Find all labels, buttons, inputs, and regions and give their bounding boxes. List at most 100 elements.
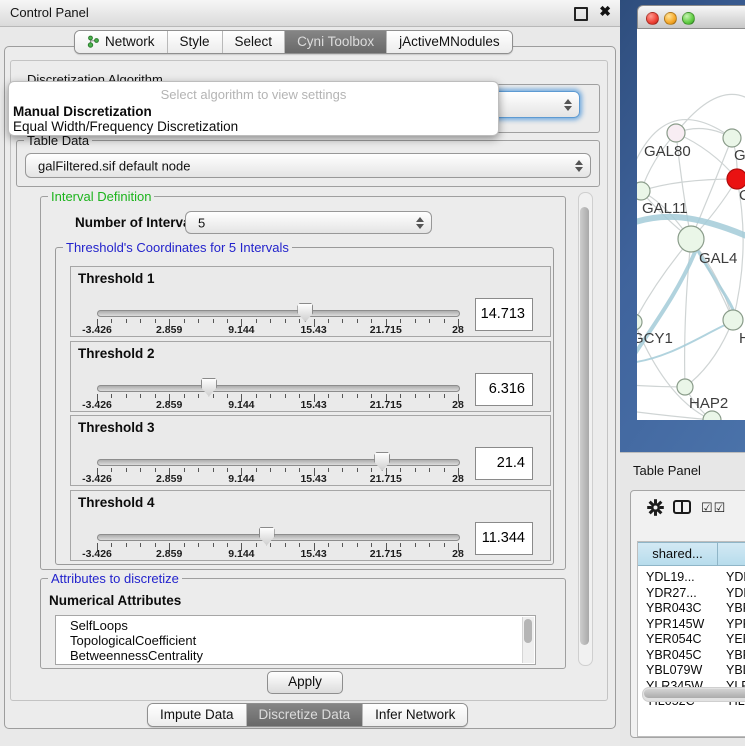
network-edge[interactable] — [637, 411, 712, 420]
top-tab-group: Network Style Select Cyni ToolboxjActiveMNo… — [74, 30, 513, 54]
cell-name: YER0 — [726, 632, 745, 646]
split-panel-icon[interactable] — [673, 500, 691, 514]
algorithm-option[interactable]: Manual Discretization — [13, 104, 494, 119]
network-node-H[interactable] — [723, 310, 743, 330]
float-window-icon[interactable] — [574, 7, 588, 21]
attribute-list-item[interactable]: SelfLoops — [56, 618, 535, 633]
slider-scale-labels: -3.4262.8599.14415.4321.71528 — [97, 399, 458, 411]
threshold-3-value-field[interactable]: 21.4 — [475, 447, 533, 480]
algorithm-placeholder: Select algorithm to view settings — [9, 87, 498, 102]
node-label: GAL11 — [642, 200, 688, 217]
table-row[interactable]: YDL19...YDL1 — [638, 570, 745, 586]
tab-label: Network — [105, 34, 155, 49]
control-panel-titlebar: Control Panel ✖ — [0, 0, 620, 27]
scale-label: 28 — [452, 548, 464, 560]
slider-track[interactable] — [97, 385, 460, 392]
table-row[interactable]: YBL079WYBL0 — [638, 663, 745, 679]
network-edge[interactable] — [641, 133, 676, 191]
tab-label: Infer Network — [375, 707, 455, 722]
number-of-intervals-combobox[interactable]: 5 — [185, 211, 432, 234]
slider-track[interactable] — [97, 459, 460, 466]
interval-definition-title: Interval Definition — [48, 189, 154, 204]
tab-jactivemnodules[interactable]: jActiveMNodules — [386, 31, 512, 53]
scrollbar-thumb[interactable] — [580, 207, 589, 645]
threshold-1-value-field[interactable]: 14.713 — [475, 298, 533, 331]
tab-label: Select — [235, 34, 273, 49]
combo-stepper-icon — [416, 217, 424, 229]
table-horizontal-scrollbar[interactable] — [642, 687, 745, 702]
zoom-traffic-light-icon[interactable] — [682, 12, 695, 25]
thresholds-group: Threshold's Coordinates for 5 Intervals … — [55, 247, 554, 565]
slider-track[interactable] — [97, 534, 460, 541]
node-label: C — [739, 187, 745, 204]
cell-shared-name: YDL19... — [646, 570, 695, 584]
network-node-GAL80[interactable] — [667, 124, 685, 142]
table-row[interactable]: YBR045CYBR0 — [638, 648, 745, 664]
scale-label: 28 — [452, 473, 464, 485]
attributes-group: Attributes to discretize Numerical Attri… — [40, 578, 566, 669]
tab-discretize-data[interactable]: Discretize Data — [246, 704, 363, 726]
scale-label: 15.43 — [300, 473, 326, 485]
network-node-GAL11[interactable] — [637, 182, 650, 200]
scale-label: -3.426 — [82, 548, 112, 560]
network-node-HAP2[interactable] — [677, 379, 693, 395]
table-row[interactable]: YBR043CYBR0 — [638, 601, 745, 617]
network-edge[interactable] — [641, 179, 737, 191]
scale-label: -3.426 — [82, 399, 112, 411]
slider-track[interactable] — [97, 310, 460, 317]
tab-impute-data[interactable]: Impute Data — [148, 704, 246, 726]
attributes-group-title: Attributes to discretize — [48, 571, 182, 586]
column-header-1[interactable]: shared... — [638, 542, 718, 566]
numerical-attributes-list[interactable]: SelfLoopsTopologicalCoefficientBetweenne… — [55, 615, 536, 665]
close-traffic-light-icon[interactable] — [646, 12, 659, 25]
tab-select[interactable]: Select — [222, 31, 285, 53]
gear-icon[interactable] — [647, 499, 664, 516]
table-header-row: shared...n... — [638, 542, 745, 566]
scrollbar-thumb[interactable] — [644, 689, 745, 698]
algorithm-option[interactable]: Equal Width/Frequency Discretization — [13, 119, 494, 134]
network-node-GAL4[interactable] — [678, 226, 704, 252]
slider-scale-labels: -3.4262.8599.14415.4321.71528 — [97, 548, 458, 560]
select-columns-icon[interactable]: ☑☑ — [701, 500, 726, 516]
settings-vertical-scrollbar[interactable] — [578, 192, 593, 666]
minimize-traffic-light-icon[interactable] — [664, 12, 677, 25]
table-data-group: Table Data galFiltered.sif default node — [16, 140, 600, 187]
number-of-intervals-label: Number of Intervals — [75, 215, 202, 230]
threshold-label: Threshold 4 — [78, 495, 155, 510]
node-label: GAL80 — [644, 143, 691, 160]
network-edge[interactable] — [685, 320, 733, 387]
cell-shared-name: YBR043C — [646, 601, 702, 615]
control-panel: Control Panel ✖ Network Style Select Cyni T… — [0, 0, 621, 745]
tab-network[interactable]: Network — [75, 31, 167, 53]
network-node-GCY1[interactable] — [637, 314, 642, 330]
table-row[interactable]: YPR145WYPR1 — [638, 617, 745, 633]
attribute-list-item[interactable]: TopologicalCoefficient — [56, 633, 535, 648]
attribute-list-item[interactable]: BetweennessCentrality — [56, 648, 535, 663]
table-row[interactable]: YER054CYER0 — [638, 632, 745, 648]
tab-style[interactable]: Style — [167, 31, 222, 53]
scale-label: 2.859 — [156, 324, 182, 336]
threshold-2-value-field[interactable]: 6.316 — [475, 373, 533, 406]
column-header-2[interactable]: n... — [718, 542, 745, 566]
network-node-C[interactable] — [727, 169, 745, 189]
apply-button[interactable]: Apply — [267, 671, 343, 694]
tab-infer-network[interactable]: Infer Network — [362, 704, 467, 726]
threshold-4-panel: Threshold 4 -3.4262.8599.14415.4321.71528… — [70, 490, 551, 561]
network-window-titlebar[interactable] — [637, 5, 745, 29]
thresholds-group-title: Threshold's Coordinates for 5 Intervals — [63, 240, 292, 255]
close-icon[interactable]: ✖ — [599, 3, 611, 20]
network-node-G[interactable] — [723, 129, 741, 147]
table-data-combobox[interactable]: galFiltered.sif default node — [25, 153, 591, 178]
list-vertical-scrollbar[interactable] — [522, 617, 534, 663]
table-row[interactable]: YDR27...YDR2 — [638, 586, 745, 602]
network-node-B[interactable] — [703, 411, 721, 420]
network-edge[interactable] — [676, 94, 745, 133]
scale-label: 2.859 — [156, 473, 182, 485]
scrollbar-thumb[interactable] — [524, 619, 532, 643]
threshold-4-value-field[interactable]: 11.344 — [475, 522, 533, 555]
network-view-canvas[interactable]: GAL80GCGAL11GAL4GCY1HHAP2 — [637, 29, 745, 420]
tab-cyni-toolbox[interactable]: Cyni Toolbox — [284, 31, 386, 53]
scale-label: 9.144 — [228, 324, 254, 336]
threshold-2-panel: Threshold 2-3.4262.8599.14415.4321.71528… — [70, 341, 551, 412]
table-panel-title: Table Panel — [633, 463, 701, 478]
